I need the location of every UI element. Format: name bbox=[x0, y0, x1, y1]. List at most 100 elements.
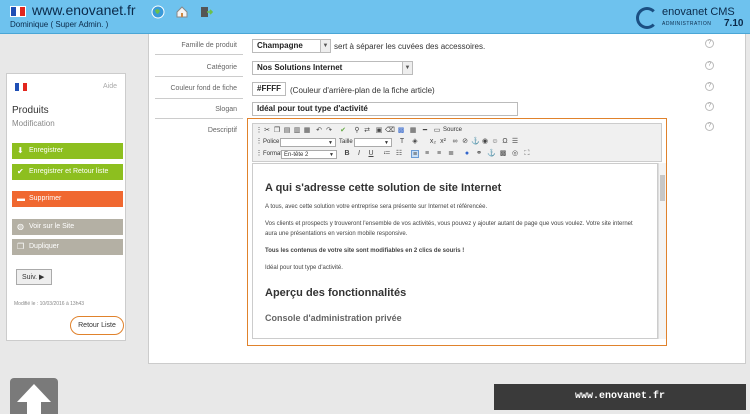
view-on-site-button[interactable]: ◍ Voir sur le Site bbox=[12, 219, 123, 235]
scroll-top-button[interactable] bbox=[10, 378, 58, 414]
current-user: Dominique ( Super Admin. ) bbox=[10, 20, 109, 29]
insert-image-icon[interactable]: ▩ bbox=[499, 150, 507, 158]
content-paragraph: Idéal pour tout type d'activité. bbox=[265, 265, 343, 271]
anchor-icon[interactable]: ⚓ bbox=[471, 138, 480, 146]
bullet-list-icon[interactable]: ☷ bbox=[395, 150, 403, 158]
align-right-icon[interactable]: ≡ bbox=[435, 150, 443, 158]
next-button[interactable]: Suiv. ▶ bbox=[16, 269, 52, 285]
help-icon[interactable]: ? bbox=[705, 39, 714, 48]
french-flag-icon[interactable] bbox=[10, 6, 26, 17]
delete-button[interactable]: ▬ Supprimer bbox=[12, 191, 123, 207]
site-url[interactable]: www.enovanet.fr bbox=[32, 2, 136, 18]
categorie-select[interactable]: Nos Solutions Internet ▼ bbox=[252, 61, 413, 75]
globe-icon[interactable] bbox=[150, 4, 166, 20]
spellcheck-icon[interactable]: ✔ bbox=[339, 127, 347, 135]
cut-icon[interactable]: ✂ bbox=[263, 127, 271, 135]
pagebreak-icon[interactable]: ☰ bbox=[511, 138, 519, 146]
maximize-icon[interactable]: ⛶ bbox=[523, 150, 531, 158]
format-select[interactable]: En-tête 2 ▼ bbox=[281, 150, 337, 159]
descriptif-editor[interactable]: ⋮ ✂ ❐ ▤ ▥ ▦ ↶ ↷ ✔ ⚲ ⇄ ▣ ⌫ ▩ ▦ ━ ▭ Source… bbox=[247, 118, 667, 346]
paste-text-icon[interactable]: ▥ bbox=[293, 127, 301, 135]
duplicate-button[interactable]: ❐ Dupliquer bbox=[12, 239, 123, 255]
hr-icon[interactable]: ━ bbox=[421, 127, 429, 135]
editor-toolbar: ⋮ ✂ ❐ ▤ ▥ ▦ ↶ ↷ ✔ ⚲ ⇄ ▣ ⌫ ▩ ▦ ━ ▭ Source… bbox=[252, 123, 662, 162]
save-and-return-button[interactable]: ✔ Enregistrer et Retour liste bbox=[12, 164, 123, 180]
format-value: En-tête 2 bbox=[284, 152, 309, 158]
slogan-input[interactable]: Idéal pour tout type d'activité bbox=[252, 102, 518, 116]
content-paragraph: Vos clients et prospects y trouveront l'… bbox=[265, 221, 633, 237]
chevron-down-icon: ▼ bbox=[402, 62, 412, 74]
help-icon[interactable]: ? bbox=[705, 82, 714, 91]
content-heading: Aperçu des fonctionnalités bbox=[265, 287, 407, 299]
special-char-icon[interactable]: Ω bbox=[501, 138, 509, 146]
font-select[interactable]: ▼ bbox=[280, 138, 336, 147]
remove-format-icon[interactable]: ⌫ bbox=[385, 127, 395, 135]
divider bbox=[155, 76, 243, 77]
subscript-icon[interactable]: x₂ bbox=[429, 138, 437, 146]
insert-media-icon[interactable]: ● bbox=[463, 150, 471, 158]
align-center-icon[interactable]: ≡ bbox=[423, 150, 431, 158]
label-famille: Famille de produit bbox=[181, 42, 237, 49]
help-icon[interactable]: ? bbox=[705, 61, 714, 70]
ordered-list-icon[interactable]: ≔ bbox=[383, 150, 391, 158]
table-icon[interactable]: ▦ bbox=[409, 127, 417, 135]
underline-icon[interactable]: U bbox=[367, 150, 375, 158]
copy-icon[interactable]: ❐ bbox=[273, 127, 281, 135]
delete-label: Supprimer bbox=[29, 195, 62, 202]
scrollbar-thumb[interactable] bbox=[660, 175, 665, 201]
anchor-link-icon[interactable]: ⚓ bbox=[487, 150, 496, 158]
help-link[interactable]: Aide bbox=[103, 83, 117, 90]
format-label: Format bbox=[263, 151, 283, 157]
home-icon[interactable] bbox=[174, 4, 190, 20]
find-icon[interactable]: ⚲ bbox=[353, 127, 361, 135]
save-button[interactable]: ⬇ Enregistrer bbox=[12, 143, 123, 159]
preview-icon[interactable]: ◎ bbox=[511, 150, 519, 158]
bg-color-icon[interactable]: ◈ bbox=[411, 138, 419, 146]
page-title: Produits bbox=[12, 105, 49, 116]
image-icon[interactable]: ▩ bbox=[397, 127, 405, 135]
couleur-hint: (Couleur d'arrière-plan de la fiche arti… bbox=[290, 86, 435, 95]
editor-content[interactable]: A qui s'adresse cette solution de site I… bbox=[252, 163, 658, 339]
flash-icon[interactable]: ◉ bbox=[481, 138, 489, 146]
align-left-icon[interactable]: ≡ bbox=[411, 150, 419, 158]
help-icon[interactable]: ? bbox=[705, 122, 714, 131]
select-all-icon[interactable]: ▣ bbox=[375, 127, 383, 135]
bold-icon[interactable]: B bbox=[343, 150, 351, 158]
logout-icon[interactable] bbox=[198, 4, 214, 20]
top-header: www.enovanet.fr Dominique ( Super Admin.… bbox=[0, 0, 750, 34]
edit-form: Famille de produit Champagne ▼ sert à sép… bbox=[148, 34, 746, 364]
back-to-list-button[interactable]: Retour Liste bbox=[70, 316, 124, 335]
replace-icon[interactable]: ⇄ bbox=[363, 127, 371, 135]
arrow-stem bbox=[27, 402, 41, 414]
chevron-down-icon: ▼ bbox=[384, 140, 389, 146]
save-check-icon: ✔ bbox=[17, 167, 24, 176]
divider bbox=[155, 118, 243, 119]
size-select[interactable]: ▼ bbox=[354, 138, 392, 147]
source-button[interactable]: Source bbox=[443, 127, 462, 133]
link-icon[interactable]: ∞ bbox=[451, 138, 459, 146]
divider bbox=[155, 54, 243, 55]
famille-select[interactable]: Champagne ▼ bbox=[252, 39, 331, 53]
french-flag-icon[interactable] bbox=[15, 83, 27, 91]
text-color-icon[interactable]: T bbox=[398, 138, 406, 146]
unlink-icon[interactable]: ⊘ bbox=[461, 138, 469, 146]
brand-name: enovanet CMS bbox=[662, 6, 735, 18]
action-sidebar: Aide Produits Modification ⬇ Enregistrer … bbox=[6, 73, 126, 341]
insert-link-icon[interactable]: ⚭ bbox=[475, 150, 483, 158]
download-icon: ⬇ bbox=[17, 146, 24, 155]
smiley-icon[interactable]: ☺ bbox=[491, 138, 499, 146]
italic-icon[interactable]: I bbox=[355, 150, 363, 158]
align-justify-icon[interactable]: ≣ bbox=[447, 150, 455, 158]
paste-icon[interactable]: ▤ bbox=[283, 127, 291, 135]
undo-icon[interactable]: ↶ bbox=[315, 127, 323, 135]
redo-icon[interactable]: ↷ bbox=[325, 127, 333, 135]
divider bbox=[155, 98, 243, 99]
paste-word-icon[interactable]: ▦ bbox=[303, 127, 311, 135]
police-label: Police bbox=[263, 139, 280, 145]
superscript-icon[interactable]: x² bbox=[439, 138, 447, 146]
label-slogan: Slogan bbox=[215, 106, 237, 113]
help-icon[interactable]: ? bbox=[705, 102, 714, 111]
source-icon[interactable]: ▭ bbox=[433, 127, 441, 135]
editor-scrollbar[interactable] bbox=[658, 163, 666, 339]
couleur-input[interactable]: #FFFF bbox=[252, 82, 286, 96]
